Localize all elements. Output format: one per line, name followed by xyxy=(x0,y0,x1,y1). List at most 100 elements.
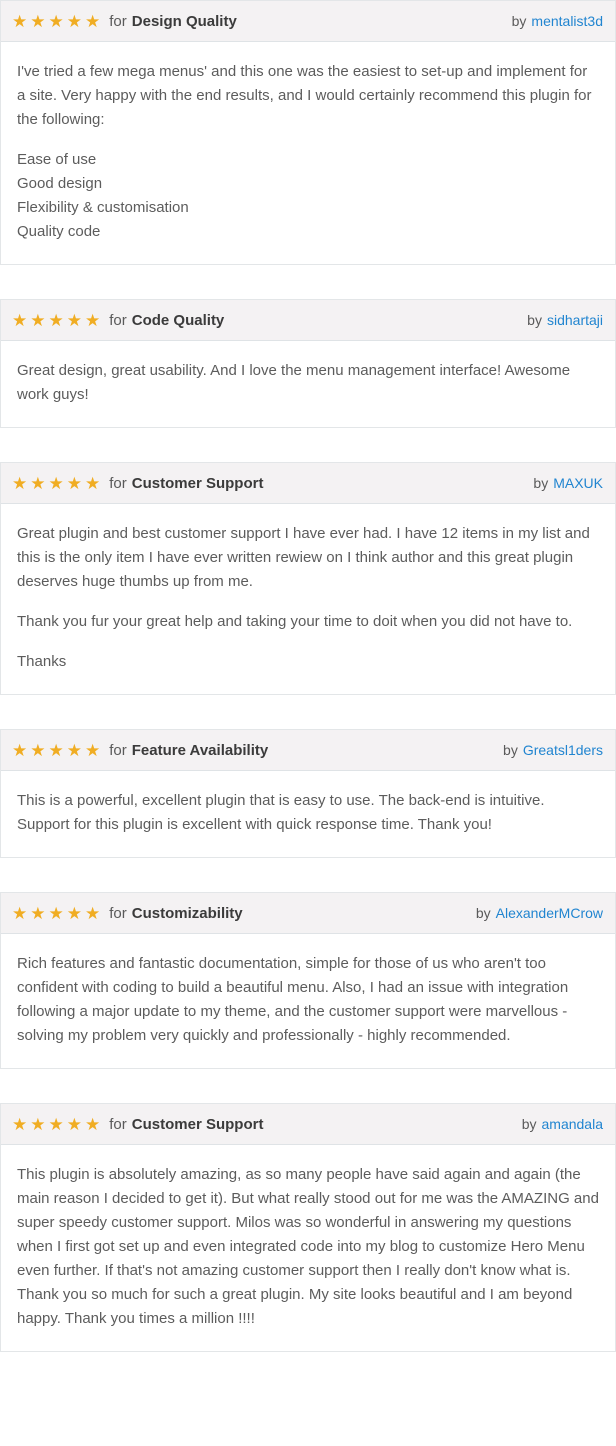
star-icon: ★ xyxy=(12,473,28,493)
review-body: Great plugin and best customer support I… xyxy=(1,504,615,694)
star-icon: ★ xyxy=(85,903,101,923)
star-icon: ★ xyxy=(66,740,82,760)
review-header: ★ ★ ★ ★ ★ for Design Quality by mentalist3d xyxy=(1,1,615,42)
star-icon: ★ xyxy=(30,473,46,493)
review-header-right: by MAXUK xyxy=(533,475,603,491)
review-category: Design Quality xyxy=(131,12,237,30)
review-header-right: by Greatsl1ders xyxy=(503,742,603,758)
for-label: for xyxy=(109,904,127,922)
review-author-link[interactable]: AlexanderMCrow xyxy=(496,905,603,921)
review-paragraph: This plugin is absolutely amazing, as so… xyxy=(17,1166,599,1327)
review-category: Code Quality xyxy=(131,311,225,329)
by-label: by xyxy=(475,905,491,921)
for-label: for xyxy=(109,1115,127,1133)
star-icon: ★ xyxy=(12,903,28,923)
star-icon: ★ xyxy=(66,11,82,31)
for-label: for xyxy=(109,12,127,30)
review-paragraph: Great plugin and best customer support I… xyxy=(17,525,590,590)
by-label: by xyxy=(503,742,518,758)
for-label: for xyxy=(109,474,127,492)
review-header-right: by amandala xyxy=(522,1116,603,1132)
review-author-link[interactable]: mentalist3d xyxy=(531,13,603,29)
star-icon: ★ xyxy=(12,310,28,330)
review-body: Rich features and fantastic documentatio… xyxy=(1,934,615,1068)
review-author-link[interactable]: sidhartaji xyxy=(547,312,603,328)
star-icon: ★ xyxy=(85,310,101,330)
review-paragraph: I've tried a few mega menus' and this on… xyxy=(17,63,592,128)
review-category: Customer Support xyxy=(131,1115,264,1133)
star-icon: ★ xyxy=(12,11,28,31)
review-card: ★ ★ ★ ★ ★ for Design Quality by mentalist3d I've … xyxy=(0,0,616,265)
star-icon: ★ xyxy=(66,1114,82,1134)
star-icon: ★ xyxy=(48,740,64,760)
review-category: Feature Availability xyxy=(131,741,269,759)
rating-stars: ★ ★ ★ ★ ★ xyxy=(12,13,100,30)
review-card: ★ ★ ★ ★ ★ for Feature Availability by Greatsl1de… xyxy=(0,729,616,858)
star-icon: ★ xyxy=(12,740,28,760)
rating-stars: ★ ★ ★ ★ ★ xyxy=(12,905,100,922)
star-icon: ★ xyxy=(66,903,82,923)
review-body: Great design, great usability. And I lov… xyxy=(1,341,615,427)
star-icon: ★ xyxy=(85,740,101,760)
star-icon: ★ xyxy=(48,473,64,493)
star-icon: ★ xyxy=(30,310,46,330)
review-paragraph: This is a powerful, excellent plugin tha… xyxy=(17,792,545,833)
review-header-right: by sidhartaji xyxy=(527,312,603,328)
by-label: by xyxy=(533,475,549,491)
review-paragraph: Rich features and fantastic documentatio… xyxy=(17,955,569,1044)
review-list-item: Quality code xyxy=(17,223,101,240)
by-label: by xyxy=(521,1116,537,1132)
star-icon: ★ xyxy=(30,740,46,760)
star-icon: ★ xyxy=(66,473,82,493)
rating-stars: ★ ★ ★ ★ ★ xyxy=(12,742,100,759)
review-paragraph: Thank you fur your great help and taking… xyxy=(17,613,573,630)
review-paragraph: Great design, great usability. And I lov… xyxy=(17,362,571,403)
review-header-left: ★ ★ ★ ★ ★ for Feature Availability xyxy=(12,742,268,759)
rating-stars: ★ ★ ★ ★ ★ xyxy=(12,312,100,329)
by-label: by xyxy=(511,13,527,29)
review-category: Customizability xyxy=(131,904,243,922)
review-body: I've tried a few mega menus' and this on… xyxy=(1,42,615,264)
star-icon: ★ xyxy=(48,903,64,923)
star-icon: ★ xyxy=(30,11,46,31)
review-card: ★ ★ ★ ★ ★ for Customer Support by amandala This p… xyxy=(0,1103,616,1352)
by-label: by xyxy=(527,312,542,328)
review-author-link[interactable]: MAXUK xyxy=(553,475,603,491)
review-list: Ease of use Good design Flexibility & cust… xyxy=(17,148,599,244)
star-icon: ★ xyxy=(48,11,64,31)
star-icon: ★ xyxy=(85,11,101,31)
star-icon: ★ xyxy=(12,1114,28,1134)
review-header-left: ★ ★ ★ ★ ★ for Customizability xyxy=(12,905,243,922)
review-list-item: Good design xyxy=(17,175,103,192)
review-header: ★ ★ ★ ★ ★ for Code Quality by sidhartaji xyxy=(1,300,615,341)
review-author-link[interactable]: amandala xyxy=(542,1116,604,1132)
review-card: ★ ★ ★ ★ ★ for Code Quality by sidhartaji Great de… xyxy=(0,299,616,428)
star-icon: ★ xyxy=(30,1114,46,1134)
review-author-link[interactable]: Greatsl1ders xyxy=(523,742,603,758)
star-icon: ★ xyxy=(30,903,46,923)
star-icon: ★ xyxy=(85,473,101,493)
review-list-item: Ease of use xyxy=(17,151,97,168)
star-icon: ★ xyxy=(85,1114,101,1134)
review-list-item: Flexibility & customisation xyxy=(17,199,189,216)
rating-stars: ★ ★ ★ ★ ★ xyxy=(12,1116,100,1133)
review-header-left: ★ ★ ★ ★ ★ for Design Quality xyxy=(12,13,237,30)
review-header: ★ ★ ★ ★ ★ for Customer Support by amandala xyxy=(1,1104,615,1145)
review-header-right: by mentalist3d xyxy=(512,13,603,29)
rating-stars: ★ ★ ★ ★ ★ xyxy=(12,475,100,492)
review-category: Customer Support xyxy=(131,474,264,492)
review-header-right: by AlexanderMCrow xyxy=(476,905,603,921)
review-body: This plugin is absolutely amazing, as so… xyxy=(1,1145,615,1351)
for-label: for xyxy=(109,311,127,329)
review-header: ★ ★ ★ ★ ★ for Customizability by AlexanderMCrow xyxy=(1,893,615,934)
review-header-left: ★ ★ ★ ★ ★ for Code Quality xyxy=(12,312,224,329)
reviews-list: ★ ★ ★ ★ ★ for Design Quality by mentalist3d I've … xyxy=(0,0,616,1352)
star-icon: ★ xyxy=(66,310,82,330)
review-header-left: ★ ★ ★ ★ ★ for Customer Support xyxy=(12,475,263,492)
review-card: ★ ★ ★ ★ ★ for Customer Support by MAXUK Great plu… xyxy=(0,462,616,695)
review-header-left: ★ ★ ★ ★ ★ for Customer Support xyxy=(12,1116,263,1133)
review-paragraph: Thanks xyxy=(17,653,67,670)
star-icon: ★ xyxy=(48,1114,64,1134)
review-body: This is a powerful, excellent plugin tha… xyxy=(1,771,615,857)
review-header: ★ ★ ★ ★ ★ for Feature Availability by Greatsl1de… xyxy=(1,730,615,771)
